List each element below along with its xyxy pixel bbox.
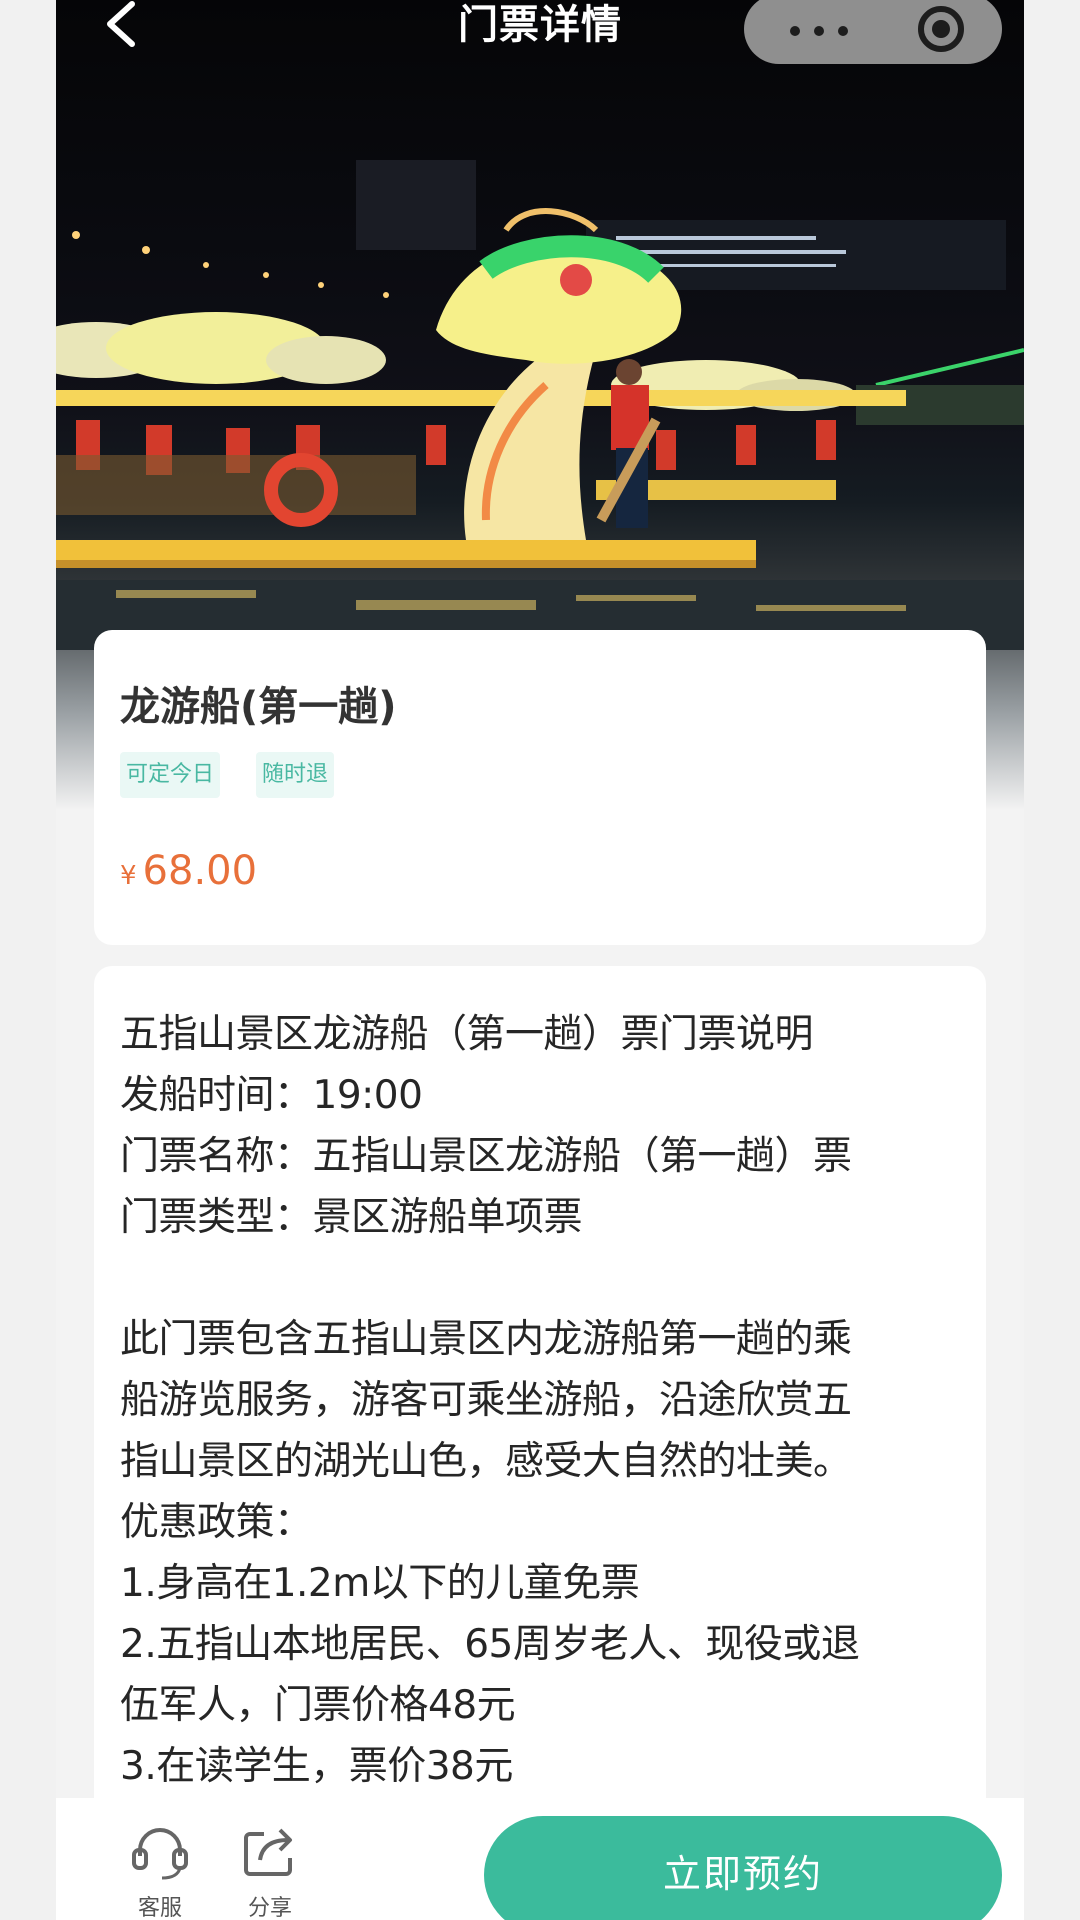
customer-service-label: 客服 — [137, 1896, 182, 1920]
currency-symbol: ¥ — [120, 861, 137, 891]
description-blank-line — [120, 1248, 960, 1309]
description-line: 1.身高在1.2m以下的儿童免票 — [120, 1561, 640, 1606]
description-line: 指山景区的湖光山色，感受大自然的壮美。 — [120, 1439, 852, 1484]
description-line: 2.五指山本地居民、65周岁老人、现役或退 — [120, 1622, 860, 1667]
price-value: 68.00 — [142, 848, 258, 894]
share-icon — [244, 1828, 292, 1876]
ticket-summary-card: 龙游船(第一趟) 可定今日 随时退 ¥68.00 — [94, 630, 986, 945]
description-line: 发船时间：19:00 — [120, 1073, 423, 1118]
description-line: 优惠政策： — [120, 1500, 313, 1545]
headset-icon — [132, 1828, 188, 1880]
description-line: 此门票包含五指山景区内龙游船第一趟的乘 — [120, 1317, 852, 1362]
ticket-description: 五指山景区龙游船（第一趟）票门票说明 发船时间：19:00 门票名称：五指山景区… — [120, 1004, 960, 1797]
share-button[interactable]: 分享 — [230, 1798, 310, 1920]
miniprogram-capsule — [744, 0, 1002, 64]
description-line: 门票名称：五指山景区龙游船（第一趟）票 — [120, 1134, 852, 1179]
share-label: 分享 — [247, 1896, 292, 1920]
customer-service-button[interactable]: 客服 — [120, 1798, 200, 1920]
tag-bookable-today: 可定今日 — [120, 752, 221, 798]
ticket-detail-page: 门票详情 龙游船(第一趟) 可定今日 随时退 ¥68.00 五指山景区龙游船（第… — [56, 0, 1024, 1920]
bottom-action-bar: 客服 分享 立即预约 — [56, 1798, 1024, 1920]
ticket-description-card: 五指山景区龙游船（第一趟）票门票说明 发船时间：19:00 门票名称：五指山景区… — [94, 966, 986, 1866]
tag-refundable-anytime: 随时退 — [256, 752, 335, 798]
miniprogram-close-icon[interactable] — [912, 0, 970, 58]
description-line: 船游览服务，游客可乘坐游船，沿途欣赏五 — [120, 1378, 852, 1423]
more-dots-icon[interactable] — [782, 0, 862, 64]
description-line: 3.在读学生，票价38元 — [120, 1744, 513, 1789]
ticket-price: ¥68.00 — [120, 848, 257, 894]
description-line: 伍军人，门票价格48元 — [120, 1683, 516, 1728]
book-now-button[interactable]: 立即预约 — [484, 1816, 1002, 1920]
ticket-title: 龙游船(第一趟) — [120, 684, 397, 730]
description-line: 门票类型：景区游船单项票 — [120, 1195, 583, 1240]
description-line: 五指山景区龙游船（第一趟）票门票说明 — [120, 1012, 814, 1057]
